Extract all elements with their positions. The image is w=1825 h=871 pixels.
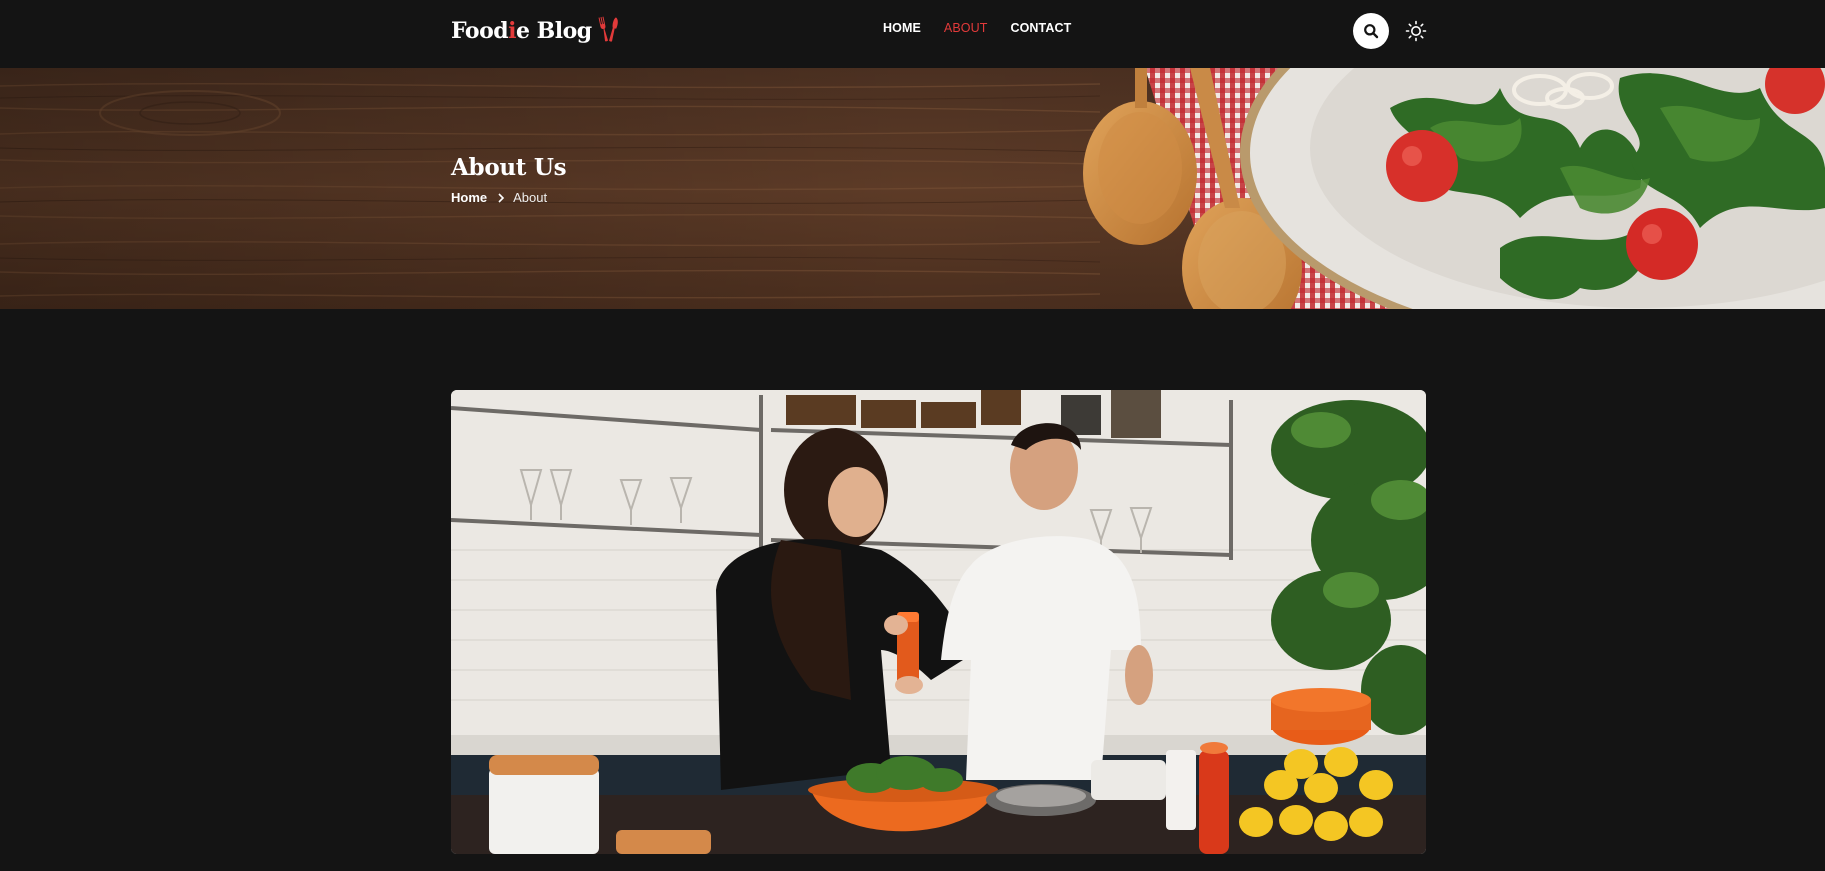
logo-text: Foodie Blog <box>451 18 592 44</box>
breadcrumb-current: About <box>513 190 548 205</box>
breadcrumb: Home About <box>451 190 547 205</box>
page-title: About Us <box>451 154 567 181</box>
page-banner: About Us Home About <box>0 68 1825 309</box>
chevron-right-icon <box>497 192 505 203</box>
main-nav: HOME ABOUT CONTACT <box>883 21 1071 35</box>
about-hero-image <box>451 390 1426 854</box>
nav-contact[interactable]: CONTACT <box>1010 21 1071 35</box>
cutlery-icon <box>598 16 618 42</box>
search-button[interactable] <box>1353 13 1389 49</box>
theme-toggle-button[interactable] <box>1403 18 1429 44</box>
search-icon <box>1364 24 1379 39</box>
nav-about[interactable]: ABOUT <box>944 21 988 35</box>
sun-icon <box>1405 20 1427 42</box>
banner-background-image <box>0 68 1825 309</box>
breadcrumb-home-link[interactable]: Home <box>451 190 487 205</box>
site-logo[interactable]: Foodie Blog <box>451 16 621 46</box>
nav-home[interactable]: HOME <box>883 21 921 35</box>
site-header: Foodie Blog HOME ABOUT CONTACT <box>0 0 1825 68</box>
